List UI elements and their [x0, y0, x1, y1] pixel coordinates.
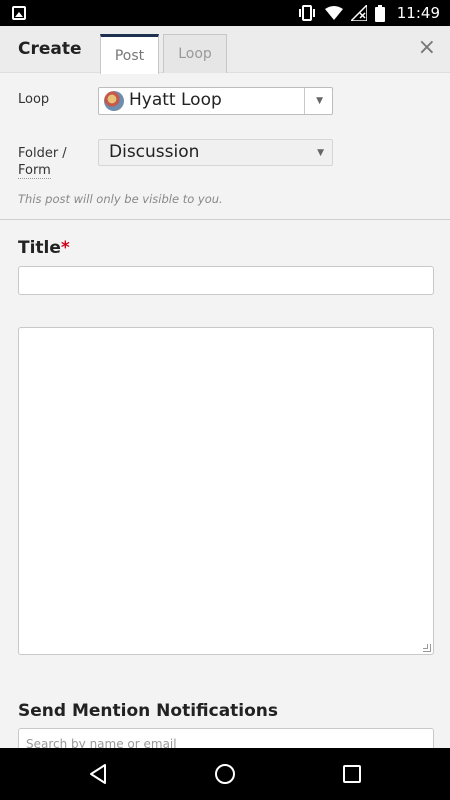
post-body-textarea[interactable] [18, 327, 434, 655]
create-post-dialog: Create Post Loop × Loop Hyatt Loop ▼ Fol… [0, 26, 450, 748]
visibility-notice: This post will only be visible to you. [18, 192, 223, 206]
loop-label: Loop [18, 92, 50, 107]
folder-select-value: Discussion [109, 142, 200, 162]
title-input[interactable] [18, 266, 434, 295]
signal-icon [350, 5, 367, 21]
folder-form-label: Folder / Form [18, 145, 67, 179]
title-label-text: Title [18, 238, 61, 258]
back-icon[interactable] [86, 762, 110, 786]
home-icon[interactable] [213, 762, 237, 786]
loop-avatar-icon [104, 91, 124, 111]
close-icon[interactable]: × [418, 37, 436, 59]
section-divider [0, 219, 450, 220]
battery-icon [374, 4, 385, 22]
mention-search-input[interactable]: Search by name or email [18, 728, 434, 748]
select-divider [304, 88, 305, 114]
resize-handle-icon[interactable] [423, 644, 431, 652]
image-notification-icon [12, 6, 26, 20]
dropdown-arrow-icon: ▼ [317, 148, 324, 158]
status-bar: 11:49 [0, 0, 450, 26]
title-label: Title* [18, 238, 70, 258]
mention-notifications-label: Send Mention Notifications [18, 701, 279, 721]
folder-label-line1: Folder / [18, 146, 67, 161]
tab-post[interactable]: Post [100, 34, 159, 74]
wifi-icon [324, 6, 343, 20]
status-time: 11:49 [396, 4, 440, 22]
tab-loop[interactable]: Loop [163, 34, 227, 73]
required-mark: * [60, 238, 70, 258]
dropdown-arrow-icon: ▼ [316, 96, 323, 106]
loop-select[interactable]: Hyatt Loop ▼ [98, 87, 333, 115]
vibrate-icon [298, 5, 315, 21]
dialog-title: Create [18, 39, 82, 59]
recents-icon[interactable] [340, 762, 364, 786]
status-icons: 11:49 [297, 3, 440, 23]
navigation-bar [0, 748, 450, 800]
folder-select[interactable]: Discussion ▼ [98, 139, 333, 166]
loop-select-value: Hyatt Loop [129, 90, 222, 110]
folder-label-line2: Form [18, 163, 51, 179]
dialog-header: Create Post Loop × [0, 26, 450, 74]
